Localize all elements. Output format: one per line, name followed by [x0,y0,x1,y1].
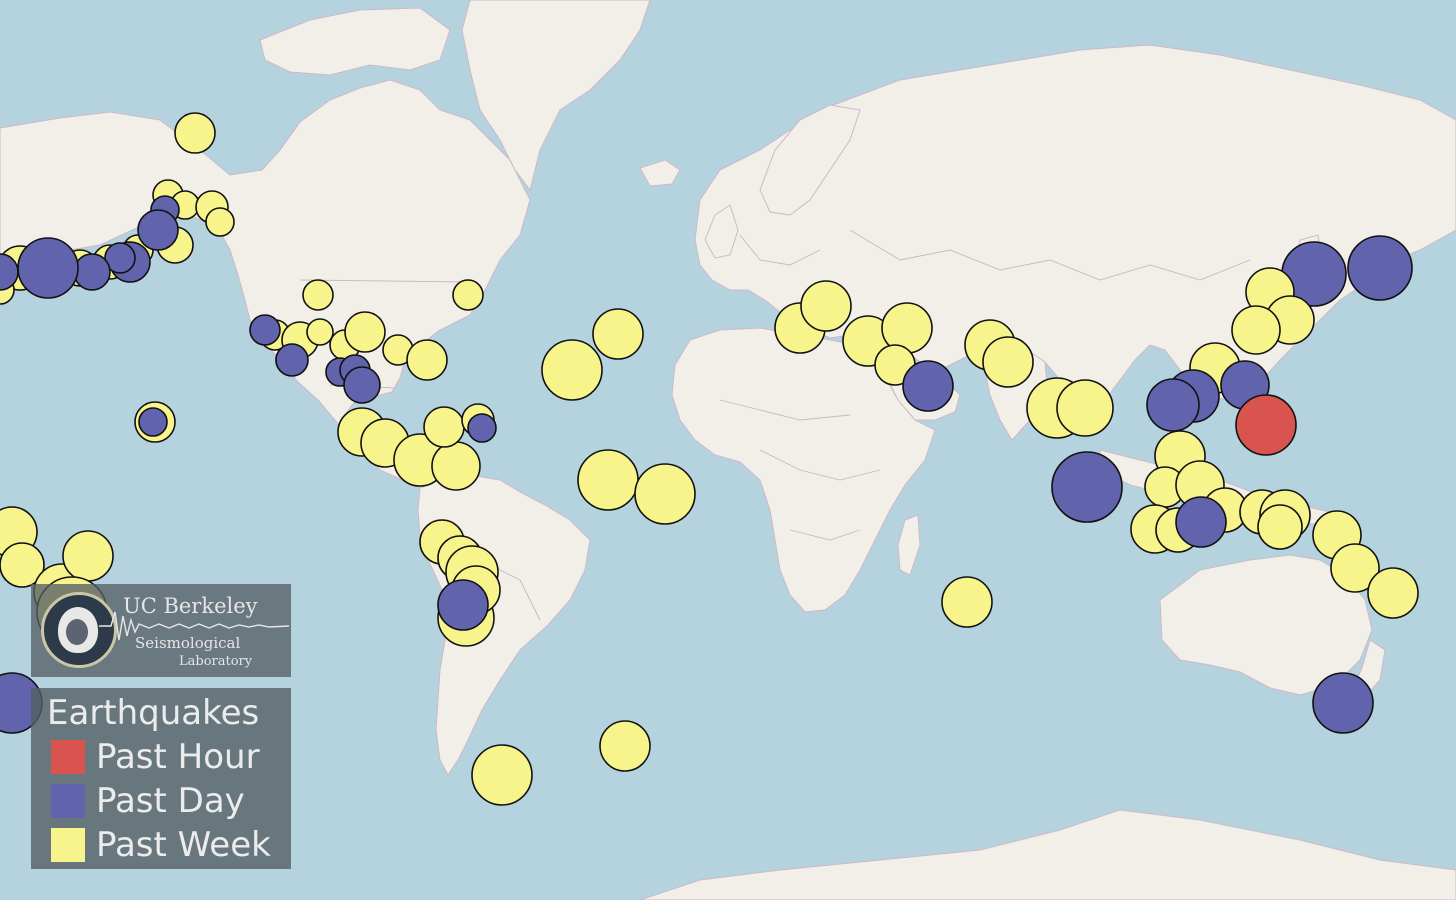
quake-past-week[interactable] [634,463,696,525]
quake-past-day[interactable] [137,209,179,251]
quake-past-week[interactable] [174,112,216,154]
legend-swatch-past-day [51,784,85,818]
quake-past-day[interactable] [902,360,954,412]
quake-past-week[interactable] [452,279,484,311]
logo-title: UC Berkeley [123,594,258,618]
quake-past-hour[interactable] [1235,394,1297,456]
madagascar [897,514,921,576]
logo-subtitle-2: Laboratory [179,654,253,669]
quake-past-week[interactable] [306,318,334,346]
antarctica [639,809,1456,900]
quake-past-week[interactable] [941,576,993,628]
quake-past-week[interactable] [471,744,533,806]
arctic-islands [259,7,451,76]
quake-past-week[interactable] [205,207,235,237]
quake-past-week[interactable] [1257,504,1303,550]
quake-past-week[interactable] [302,279,334,311]
legend-title: Earthquakes [47,693,260,733]
quake-past-week[interactable] [599,720,651,772]
legend-label-past-day: Past Day [96,781,245,821]
quake-past-day[interactable] [17,237,79,299]
quake-past-week[interactable] [62,530,114,582]
quake-past-week[interactable] [1231,305,1281,355]
quake-past-week[interactable] [344,311,386,353]
bottom-edge [0,900,1456,907]
quake-past-week[interactable] [982,336,1034,388]
quake-past-week[interactable] [592,308,644,360]
quake-past-day[interactable] [275,343,309,377]
quake-past-week[interactable] [1056,379,1114,437]
quake-past-week[interactable] [1367,567,1419,619]
quake-past-day[interactable] [1347,235,1413,301]
quake-past-day[interactable] [138,407,168,437]
quake-past-day[interactable] [1175,496,1227,548]
iceland [639,159,681,187]
quake-past-day[interactable] [1312,672,1374,734]
legend-swatch-past-week [51,828,85,862]
quake-past-day[interactable] [467,413,497,443]
quake-past-week[interactable] [406,339,448,381]
quake-past-week[interactable] [541,339,603,401]
ucb-logo-panel: UC Berkeley Seismological Laboratory [31,584,291,677]
quake-past-day[interactable] [1051,451,1123,523]
legend-label-past-week: Past Week [96,825,271,865]
quake-past-week[interactable] [577,449,639,511]
quake-past-week[interactable] [800,280,852,332]
legend: Earthquakes Past Hour Past Day Past Week [31,688,291,869]
quake-past-week[interactable] [423,406,465,448]
quake-past-day[interactable] [437,579,489,631]
logo-subtitle-1: Seismological [135,634,241,652]
quake-past-week[interactable] [431,441,481,491]
quake-past-day[interactable] [249,314,281,346]
quake-past-day[interactable] [73,253,111,291]
legend-swatch-past-hour [51,740,85,774]
quake-past-day[interactable] [1146,378,1200,432]
quake-past-day[interactable] [343,366,381,404]
legend-label-past-hour: Past Hour [96,737,260,777]
